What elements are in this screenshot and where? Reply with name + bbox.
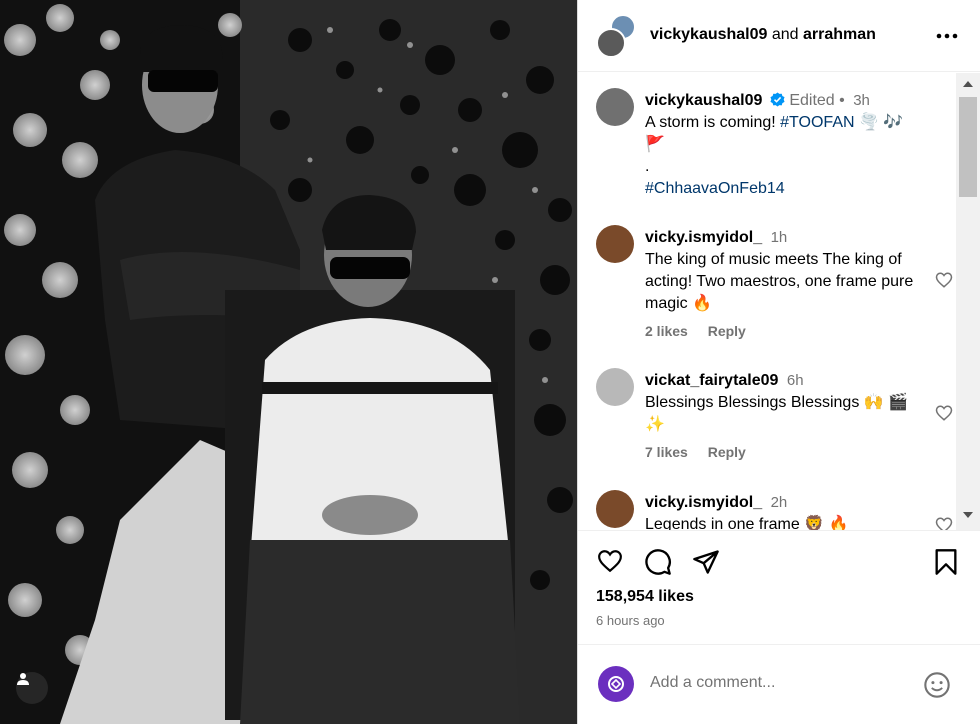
- person-icon: [17, 673, 29, 685]
- reply-button[interactable]: Reply: [708, 444, 746, 460]
- comment-item: vickat_fairytale09 6h Blessings Blessing…: [596, 368, 953, 468]
- post-image: [0, 0, 577, 724]
- add-comment-bar: Add a comment...: [578, 644, 980, 724]
- authors-conjunction: and: [771, 26, 799, 43]
- post-actions: 158,954 likes 6 hours ago: [578, 532, 980, 632]
- post-photo[interactable]: [0, 0, 577, 724]
- comment-username[interactable]: vicky.ismyidol_: [645, 494, 762, 511]
- comment-time[interactable]: 6h: [787, 372, 804, 389]
- avatar[interactable]: [596, 88, 634, 126]
- scroll-up-icon[interactable]: [963, 81, 973, 87]
- comment-text: The king of music meets The king of acti…: [645, 251, 914, 312]
- comment-item: vicky.ismyidol_ 2h Legends in one frame …: [596, 490, 953, 531]
- comment-likes[interactable]: 2 likes: [645, 323, 688, 339]
- caption-text: A storm is coming!: [645, 114, 781, 131]
- avatar[interactable]: [596, 225, 634, 263]
- heart-icon[interactable]: [935, 516, 953, 531]
- comment-text: Legends in one frame 🦁 🔥: [645, 516, 849, 531]
- avatar: [598, 666, 634, 702]
- comment-username[interactable]: vickat_fairytale09: [645, 372, 778, 389]
- avatar[interactable]: [596, 490, 634, 528]
- edited-label: Edited: [789, 92, 835, 109]
- caption-time[interactable]: 3h: [853, 92, 870, 109]
- post-header: vickykaushal09 and arrahman: [578, 0, 980, 72]
- post-authors: vickykaushal09 and arrahman: [650, 26, 876, 44]
- verified-badge-icon: [770, 92, 785, 107]
- caption-username[interactable]: vickykaushal09: [645, 92, 762, 109]
- caption-dot-line: .: [645, 158, 650, 175]
- hashtag-chhaava[interactable]: #ChhaavaOnFeb14: [645, 180, 785, 197]
- comments-scrollbar[interactable]: [956, 73, 980, 530]
- author-username[interactable]: vickykaushal09: [650, 26, 767, 43]
- comment-likes[interactable]: 7 likes: [645, 444, 688, 460]
- tagged-users-button[interactable]: [16, 672, 48, 704]
- collab-avatars[interactable]: [596, 14, 636, 58]
- scroll-down-icon[interactable]: [963, 512, 973, 518]
- share-icon[interactable]: [692, 548, 720, 576]
- comment-time[interactable]: 2h: [771, 494, 788, 511]
- more-options-button[interactable]: [935, 26, 959, 46]
- shield-icon: [608, 676, 624, 692]
- likes-count[interactable]: 158,954 likes: [596, 588, 694, 606]
- post-time: 6 hours ago: [596, 613, 665, 628]
- comment-meta: 2 likes Reply: [645, 323, 762, 339]
- caption: vickykaushal09 Edited • 3h A storm is co…: [596, 88, 946, 208]
- avatar[interactable]: [596, 368, 634, 406]
- scrollbar-thumb[interactable]: [959, 97, 977, 197]
- reply-button[interactable]: Reply: [708, 323, 746, 339]
- comment-item: vicky.ismyidol_ 1h The king of music mee…: [596, 225, 953, 345]
- like-heart-icon[interactable]: [596, 548, 624, 574]
- separator-dot: •: [839, 92, 845, 109]
- comment-username[interactable]: vicky.ismyidol_: [645, 229, 762, 246]
- comment-text: Blessings Blessings Blessings 🙌 🎬 ✨: [645, 394, 909, 433]
- hashtag-toofan[interactable]: #TOOFAN: [780, 114, 854, 131]
- save-bookmark-icon[interactable]: [934, 548, 958, 576]
- emoji-icon[interactable]: [923, 671, 951, 699]
- more-icon: [936, 33, 958, 39]
- heart-icon[interactable]: [935, 271, 953, 289]
- collaborator-username[interactable]: arrahman: [803, 26, 876, 43]
- comment-input[interactable]: Add a comment...: [650, 674, 775, 692]
- heart-icon[interactable]: [935, 404, 953, 422]
- comment-meta: 7 likes Reply: [645, 444, 762, 460]
- comment-icon[interactable]: [644, 548, 672, 576]
- comments-list[interactable]: vickykaushal09 Edited • 3h A storm is co…: [578, 73, 980, 531]
- comment-time[interactable]: 1h: [771, 229, 788, 246]
- post-side-panel: vickykaushal09 and arrahman vickykaushal…: [577, 0, 980, 724]
- avatar: [596, 28, 626, 58]
